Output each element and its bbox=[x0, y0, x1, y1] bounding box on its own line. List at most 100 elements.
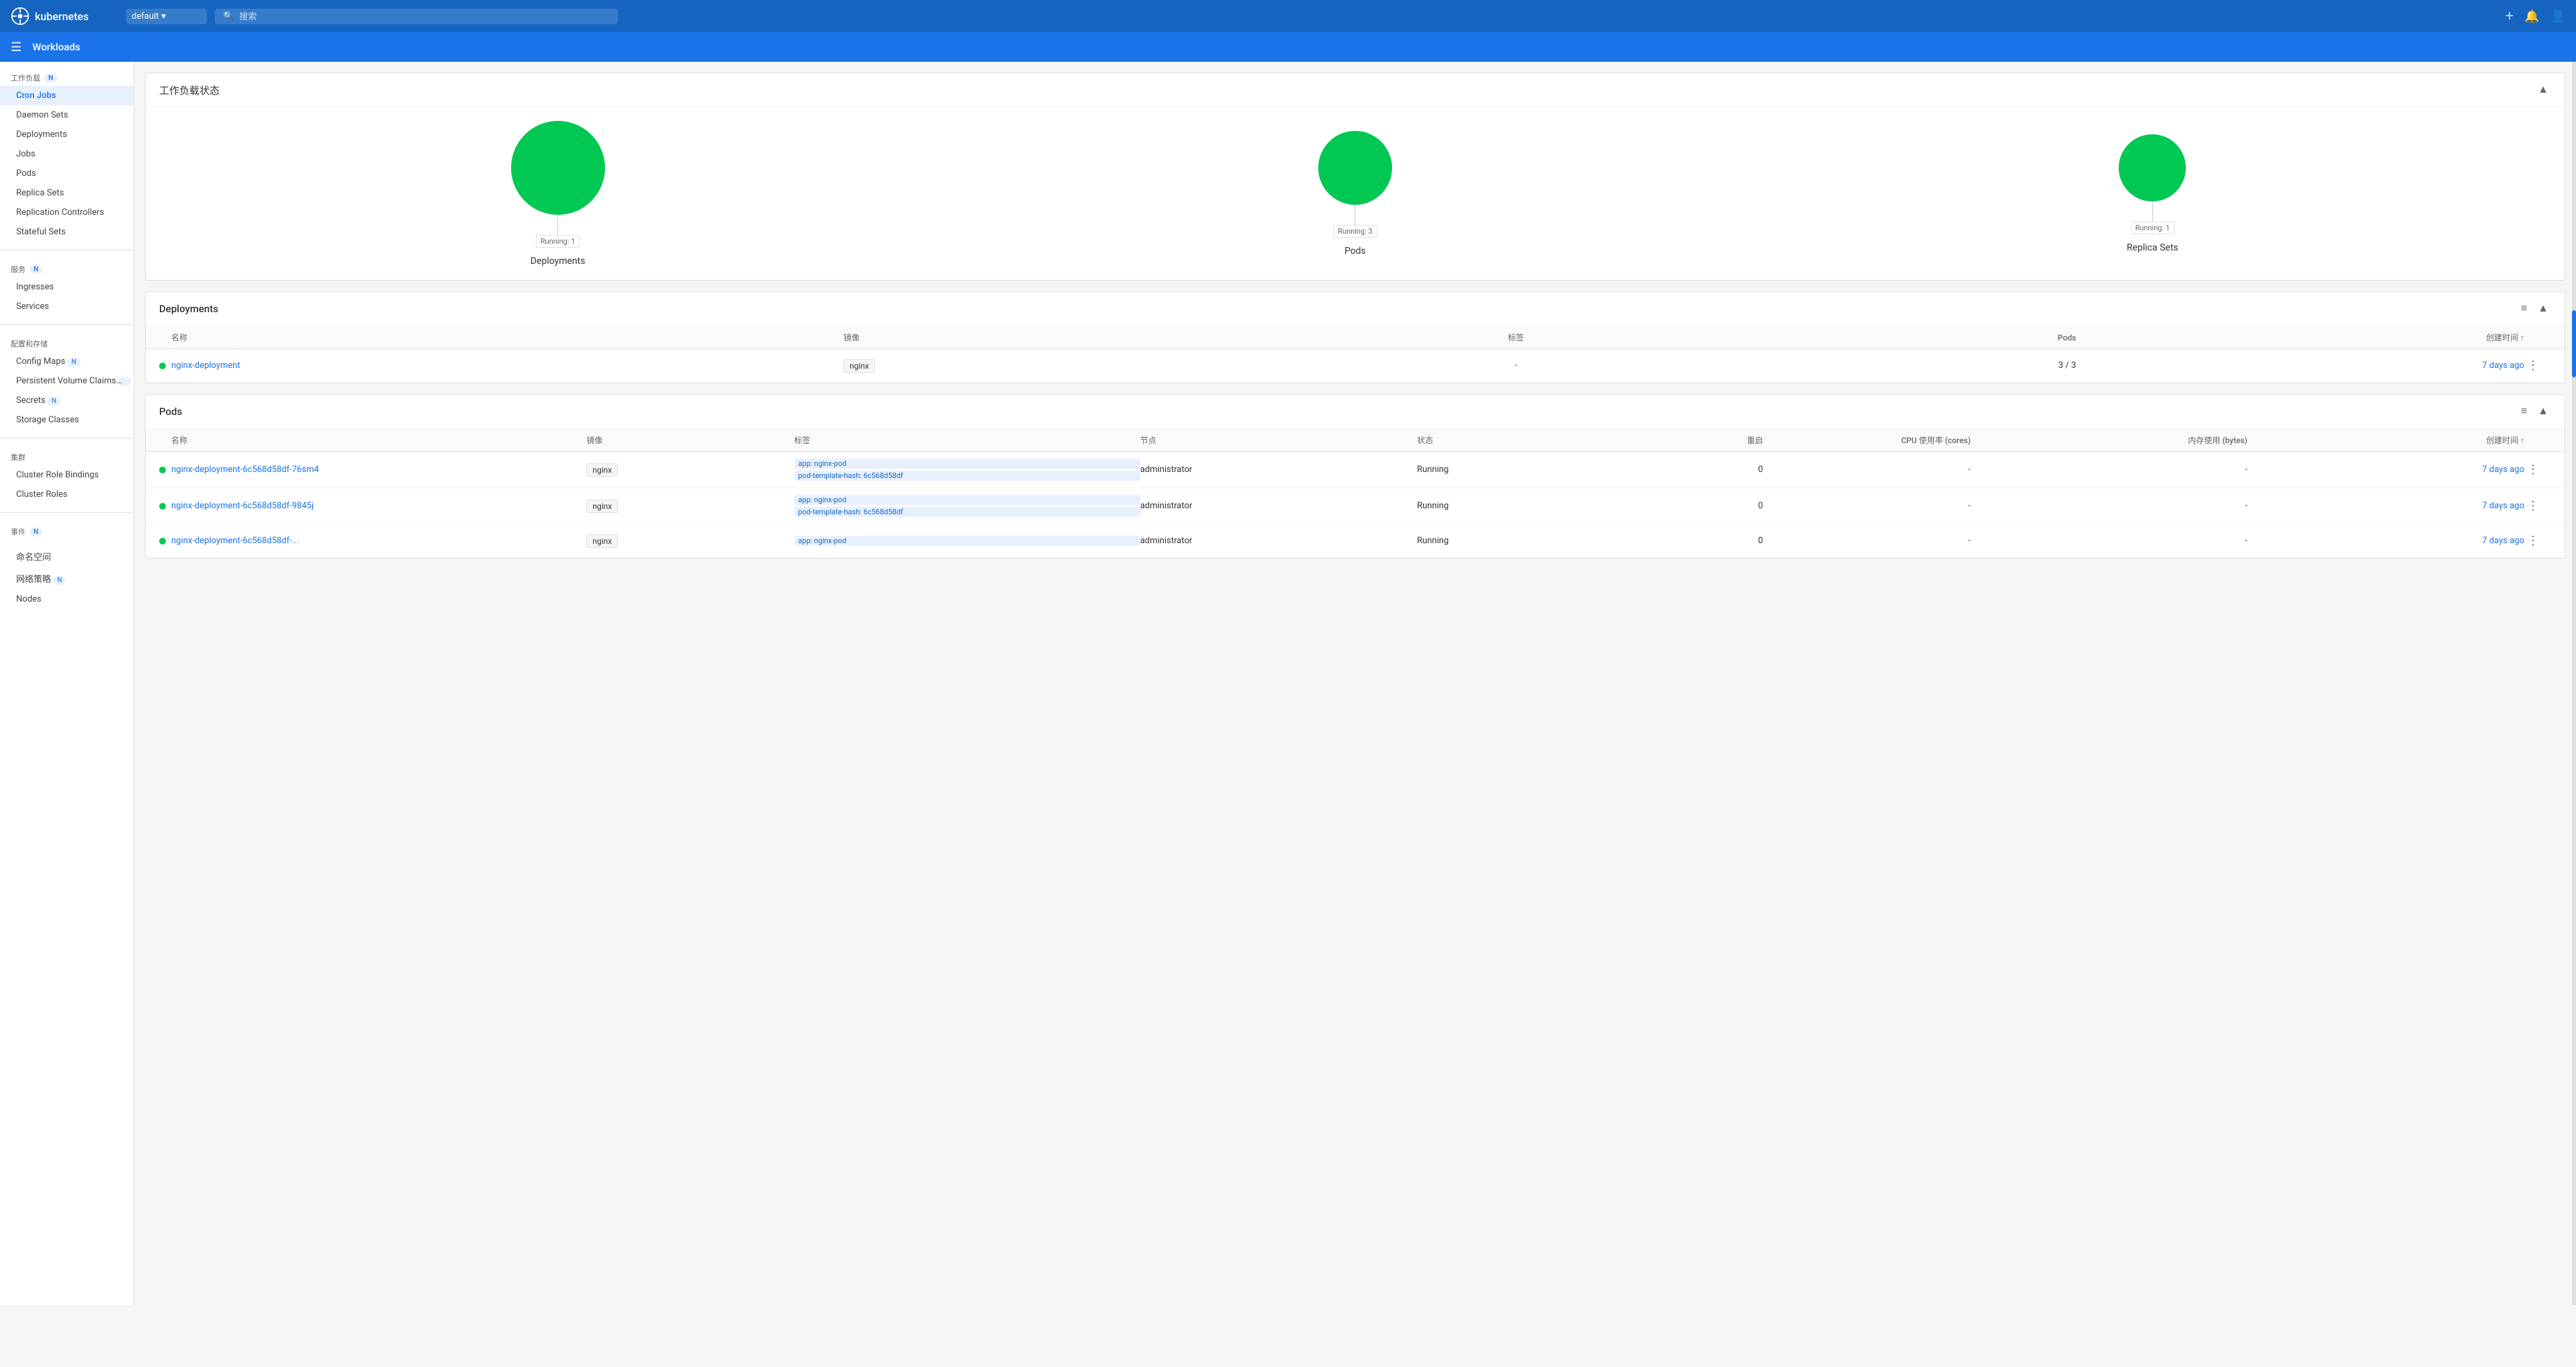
sidebar-item-storage-classes[interactable]: Storage Classes bbox=[0, 410, 134, 430]
sidebar-item-pvc[interactable]: Persistent Volume Claims N bbox=[0, 371, 134, 391]
dep-row-menu-btn[interactable]: ⋮ bbox=[2524, 356, 2542, 375]
sidebar-section-header-cluster: 集群 bbox=[0, 446, 134, 465]
dep-col-header-time: 创建时间 ↑ bbox=[2076, 332, 2524, 343]
deployments-filter-btn[interactable]: ≡ bbox=[2518, 300, 2530, 318]
dep-col-header-image: 镜像 bbox=[843, 332, 1291, 343]
workload-status-replica-sets: Running: 1 Replica Sets bbox=[1754, 134, 2551, 253]
pod-link-2[interactable]: nginx-deployment-6c568d58df-... bbox=[171, 536, 299, 546]
pods-circle-container: Running: 3 bbox=[1318, 131, 1392, 238]
workload-status-collapse[interactable]: ▲ bbox=[2535, 81, 2551, 99]
namespace-selector[interactable]: default ▾ bbox=[126, 9, 207, 24]
pod-time-link-2[interactable]: 7 days ago bbox=[2482, 536, 2524, 546]
sidebar-item-services[interactable]: Services bbox=[0, 297, 134, 316]
pod-image-badge-1: nginx bbox=[586, 500, 618, 513]
table-row: nginx-deployment-6c568d58df-76sm4 nginx … bbox=[146, 452, 2565, 488]
pod-label-stack-1: app: nginx-pod pod-template-hash: 6c568d… bbox=[794, 495, 1140, 517]
sidebar-item-config-maps[interactable]: Config Maps N bbox=[0, 352, 134, 371]
sidebar-item-daemon-sets[interactable]: Daemon Sets bbox=[0, 105, 134, 125]
pods-filter-btn[interactable]: ≡ bbox=[2518, 403, 2530, 420]
pod-row-menu-0: ⋮ bbox=[2524, 460, 2551, 479]
main-layout: 工作负载 N Cron Jobs Daemon Sets Deployments… bbox=[0, 62, 2576, 1305]
pod-time-link-1[interactable]: 7 days ago bbox=[2482, 501, 2524, 511]
sidebar-item-ingresses[interactable]: Ingresses bbox=[0, 277, 134, 297]
deployments-line bbox=[557, 215, 558, 235]
pods-line bbox=[1354, 205, 1355, 225]
deployments-card: Deployments ≡ ▲ 名称 镜像 标签 Pods 创建时间 ↑ bbox=[145, 291, 2565, 383]
pods-collapse-btn[interactable]: ▲ bbox=[2535, 403, 2551, 420]
notifications-button[interactable]: 🔔 bbox=[2524, 9, 2539, 23]
pod-menu-btn-2[interactable]: ⋮ bbox=[2524, 531, 2542, 551]
pod-menu-btn-1[interactable]: ⋮ bbox=[2524, 496, 2542, 516]
workload-status-title: 工作负载状态 bbox=[159, 83, 2535, 97]
dep-col-header-labels: 标签 bbox=[1292, 332, 1740, 343]
pod-label-stack-0: app: nginx-pod pod-template-hash: 6c568d… bbox=[794, 459, 1140, 481]
pod-row-cpu-0: - bbox=[1763, 465, 1970, 475]
sidebar-item-jobs[interactable]: Jobs bbox=[0, 144, 134, 164]
sidebar-item-secrets[interactable]: Secrets N bbox=[0, 391, 134, 410]
pod-status-dot-1 bbox=[159, 503, 166, 510]
pod-status-dot-0 bbox=[159, 467, 166, 473]
sidebar-section-events: 事件 N bbox=[0, 516, 134, 545]
sidebar-item-pods[interactable]: Pods bbox=[0, 164, 134, 183]
scrollbar-track bbox=[2572, 62, 2576, 1305]
sidebar-item-deployments[interactable]: Deployments bbox=[0, 125, 134, 144]
pod-row-restart-0: 0 bbox=[1624, 465, 1763, 475]
pod-col-header-mem: 内存使用 (bytes) bbox=[1971, 434, 2248, 446]
app-name: kubernetes bbox=[35, 10, 89, 23]
pod-col-header-time: 创建时间 ↑ bbox=[2248, 434, 2524, 446]
deployments-collapse-btn[interactable]: ▲ bbox=[2535, 300, 2551, 318]
sidebar-item-replica-sets[interactable]: Replica Sets bbox=[0, 183, 134, 203]
pod-row-restart-1: 0 bbox=[1624, 501, 1763, 511]
dep-time-link[interactable]: 7 days ago bbox=[2482, 361, 2524, 371]
replicasets-line bbox=[2152, 201, 2153, 222]
deployments-actions: ≡ ▲ bbox=[2518, 300, 2551, 318]
sidebar-section-header-workloads: 工作负载 N bbox=[0, 67, 134, 86]
replicasets-label: Replica Sets bbox=[2127, 242, 2178, 253]
sidebar-item-cron-jobs[interactable]: Cron Jobs bbox=[0, 86, 134, 105]
workloads-badge: N bbox=[44, 74, 57, 83]
pod-link-0[interactable]: nginx-deployment-6c568d58df-76sm4 bbox=[171, 465, 319, 475]
pod-row-time-1: 7 days ago bbox=[2248, 501, 2524, 511]
sidebar-item-replication-controllers[interactable]: Replication Controllers bbox=[0, 203, 134, 222]
dep-col-header-name: 名称 bbox=[171, 332, 843, 343]
search-icon: 🔍 bbox=[223, 11, 234, 21]
menu-toggle[interactable]: ☰ bbox=[11, 40, 21, 54]
pod-row-image-1: nginx bbox=[586, 500, 794, 513]
sidebar-item-cluster-role-bindings[interactable]: Cluster Role Bindings bbox=[0, 465, 134, 485]
pod-label-stack-2: app: nginx-pod bbox=[794, 536, 1140, 546]
workload-status-actions: ▲ bbox=[2535, 81, 2551, 99]
sidebar-item-netpolicy[interactable]: 网络策略 N bbox=[0, 567, 134, 590]
pod-row-image-2: nginx bbox=[586, 534, 794, 548]
workload-status-header: 工作负载状态 ▲ bbox=[146, 73, 2565, 107]
sidebar-item-nodes[interactable]: Nodes bbox=[0, 590, 134, 609]
namespace-value: default bbox=[132, 11, 158, 21]
table-row: nginx-deployment-6c568d58df-... nginx ap… bbox=[146, 524, 2565, 558]
replicasets-circle-container: Running: 1 bbox=[2119, 134, 2186, 234]
workload-status-card: 工作负载状态 ▲ Running: 1 Deployments bbox=[145, 73, 2565, 281]
pod-row-state-0: Running bbox=[1417, 465, 1624, 475]
pod-status-dot-2 bbox=[159, 538, 166, 545]
search-input[interactable] bbox=[239, 11, 610, 21]
sidebar-item-namespace[interactable]: 命名空间 bbox=[0, 545, 134, 567]
dep-link[interactable]: nginx-deployment bbox=[171, 361, 240, 371]
sidebar-item-cluster-roles[interactable]: Cluster Roles bbox=[0, 485, 134, 504]
sidebar-item-stateful-sets[interactable]: Stateful Sets bbox=[0, 222, 134, 242]
pod-menu-btn-0[interactable]: ⋮ bbox=[2524, 460, 2542, 479]
add-button[interactable]: + bbox=[2505, 8, 2514, 25]
pod-row-state-2: Running bbox=[1417, 536, 1624, 546]
scrollbar-thumb[interactable] bbox=[2572, 310, 2576, 377]
dep-row-menu: ⋮ bbox=[2524, 356, 2551, 375]
user-menu-button[interactable]: 👤 bbox=[2550, 9, 2565, 23]
pod-col-header-status: 状态 bbox=[1417, 434, 1624, 446]
events-badge: N bbox=[30, 528, 42, 536]
pod-row-node-1: administrator bbox=[1140, 501, 1417, 511]
status-dot bbox=[159, 363, 166, 369]
dep-row-image: nginx bbox=[843, 359, 1291, 373]
pod-row-state-1: Running bbox=[1417, 501, 1624, 511]
pod-time-link-0[interactable]: 7 days ago bbox=[2482, 465, 2524, 475]
pod-link-1[interactable]: nginx-deployment-6c568d58df-9845j bbox=[171, 501, 314, 511]
pods-card: Pods ≡ ▲ 名称 镜像 标签 节点 状态 重启 CPU 使用率 (core… bbox=[145, 394, 2565, 559]
pod-image-badge-0: nginx bbox=[586, 463, 618, 477]
pod-row-restart-2: 0 bbox=[1624, 536, 1763, 546]
pod-row-labels-0: app: nginx-pod pod-template-hash: 6c568d… bbox=[794, 459, 1140, 481]
